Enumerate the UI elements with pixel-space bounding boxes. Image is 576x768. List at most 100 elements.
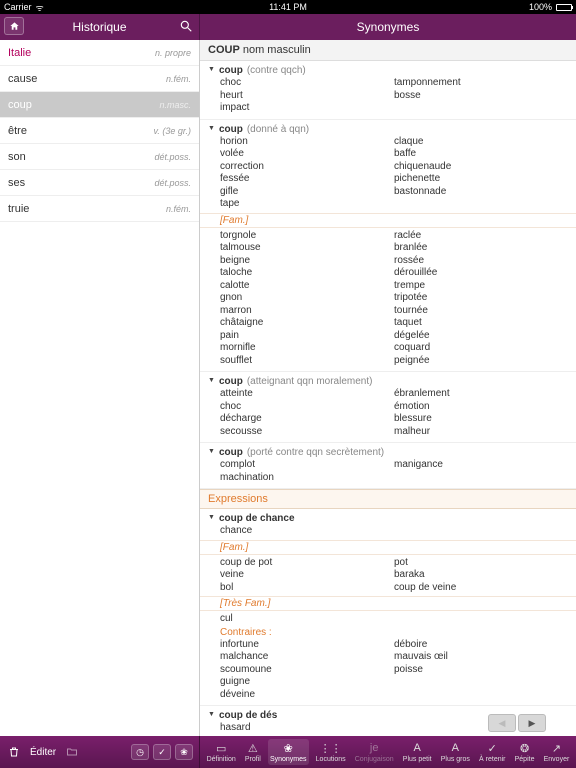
- toolbar-conjugaison-button[interactable]: jeConjugaison: [353, 739, 396, 765]
- synonym-word[interactable]: coup de pot: [220, 557, 394, 570]
- synonym-word[interactable]: impact: [220, 102, 394, 115]
- synonym-word[interactable]: tape: [220, 198, 394, 211]
- synonym-word[interactable]: beigne: [220, 255, 394, 268]
- history-item[interactable]: êtrev. (3e gr.): [0, 118, 199, 144]
- home-button[interactable]: [4, 17, 24, 35]
- synonym-word[interactable]: torgnole: [220, 230, 394, 243]
- synonym-word[interactable]: machination: [220, 472, 394, 485]
- sense-header[interactable]: ▼coup (porté contre qqn secrètement): [200, 446, 576, 459]
- synonym-word[interactable]: coup de veine: [394, 582, 568, 595]
- synonym-word[interactable]: coquard: [394, 342, 568, 355]
- synonym-word[interactable]: branlée: [394, 242, 568, 255]
- expression-header[interactable]: ▼coup de chance: [200, 512, 576, 525]
- synonym-word[interactable]: cul: [220, 613, 394, 626]
- main-content[interactable]: COUP nom masculin▼coup (contre qqch)choc…: [200, 40, 576, 736]
- toolbar-plus-gros-button[interactable]: APlus gros: [439, 739, 472, 765]
- synonym-word[interactable]: malchance: [220, 651, 394, 664]
- toolbar-plus-petit-button[interactable]: APlus petit: [401, 739, 434, 765]
- synonym-word[interactable]: mornifle: [220, 342, 394, 355]
- synonym-word[interactable]: hasard: [220, 722, 394, 735]
- synonym-word[interactable]: déboire: [394, 639, 568, 652]
- toolbar-profil-button[interactable]: ⚠Profil: [243, 739, 263, 765]
- history-check-button[interactable]: ✓: [153, 744, 171, 760]
- toolbar--retenir-button[interactable]: ✓À retenir: [477, 739, 507, 765]
- synonym-word[interactable]: chiquenaude: [394, 161, 568, 174]
- synonym-word[interactable]: blessure: [394, 413, 568, 426]
- synonym-word[interactable]: correction: [220, 161, 394, 174]
- synonym-word[interactable]: guigne: [220, 676, 394, 689]
- synonym-word[interactable]: choc: [220, 401, 394, 414]
- synonym-word[interactable]: horion: [220, 136, 394, 149]
- synonym-word[interactable]: tournée: [394, 305, 568, 318]
- synonym-word[interactable]: tamponnement: [394, 77, 568, 90]
- history-item[interactable]: sondét.poss.: [0, 144, 199, 170]
- synonym-word[interactable]: ébranlement: [394, 388, 568, 401]
- synonym-word[interactable]: gifle: [220, 186, 394, 199]
- synonym-word[interactable]: trempe: [394, 280, 568, 293]
- history-item[interactable]: sesdét.poss.: [0, 170, 199, 196]
- synonym-word[interactable]: fessée: [220, 173, 394, 186]
- synonym-word[interactable]: tripotée: [394, 292, 568, 305]
- synonym-word[interactable]: baffe: [394, 148, 568, 161]
- synonym-word[interactable]: talmouse: [220, 242, 394, 255]
- sense-header[interactable]: ▼coup (contre qqch): [200, 64, 576, 77]
- folder-icon[interactable]: [64, 744, 80, 760]
- toolbar-envoyer-button[interactable]: ↗Envoyer: [542, 739, 572, 765]
- synonym-word[interactable]: bosse: [394, 90, 568, 103]
- history-item[interactable]: Italien. propre: [0, 40, 199, 66]
- synonym-word[interactable]: poisse: [394, 664, 568, 677]
- search-button[interactable]: [179, 19, 193, 33]
- sense-header[interactable]: ▼coup (donné à qqn): [200, 123, 576, 136]
- synonym-word[interactable]: veine: [220, 569, 394, 582]
- toolbar-d-finition-button[interactable]: ▭Définition: [205, 739, 238, 765]
- synonym-word[interactable]: gnon: [220, 292, 394, 305]
- history-item[interactable]: truien.fém.: [0, 196, 199, 222]
- edit-button[interactable]: Éditer: [30, 747, 56, 758]
- synonym-word[interactable]: raclée: [394, 230, 568, 243]
- synonym-word[interactable]: volée: [220, 148, 394, 161]
- triangle-icon: ▼: [208, 377, 215, 384]
- toolbar-p-pite-button[interactable]: ❂Pépite: [513, 739, 537, 765]
- synonym-word[interactable]: rossée: [394, 255, 568, 268]
- synonym-word[interactable]: pichenette: [394, 173, 568, 186]
- history-clock-button[interactable]: ◷: [131, 744, 149, 760]
- pager-next-button[interactable]: ▶: [518, 714, 546, 732]
- synonym-word[interactable]: peignée: [394, 355, 568, 368]
- toolbar-synonymes-button[interactable]: ❀Synonymes: [268, 739, 309, 765]
- synonym-word[interactable]: dégelée: [394, 330, 568, 343]
- history-star-button[interactable]: ❀: [175, 744, 193, 760]
- synonym-word[interactable]: malheur: [394, 426, 568, 439]
- synonym-word[interactable]: chance: [220, 525, 394, 538]
- synonym-word[interactable]: heurt: [220, 90, 394, 103]
- history-item[interactable]: causen.fém.: [0, 66, 199, 92]
- synonym-word[interactable]: pot: [394, 557, 568, 570]
- synonym-word[interactable]: décharge: [220, 413, 394, 426]
- synonym-word[interactable]: infortune: [220, 639, 394, 652]
- synonym-word[interactable]: secousse: [220, 426, 394, 439]
- synonym-word[interactable]: choc: [220, 77, 394, 90]
- synonym-word[interactable]: complot: [220, 459, 394, 472]
- synonym-word[interactable]: taquet: [394, 317, 568, 330]
- synonym-word[interactable]: châtaigne: [220, 317, 394, 330]
- synonym-word[interactable]: manigance: [394, 459, 568, 472]
- synonym-word[interactable]: marron: [220, 305, 394, 318]
- synonym-word[interactable]: mauvais œil: [394, 651, 568, 664]
- synonym-word[interactable]: émotion: [394, 401, 568, 414]
- synonym-word[interactable]: calotte: [220, 280, 394, 293]
- synonym-word[interactable]: déveine: [220, 689, 394, 702]
- synonym-word[interactable]: atteinte: [220, 388, 394, 401]
- trash-icon[interactable]: [6, 744, 22, 760]
- history-item[interactable]: coupn.masc.: [0, 92, 199, 118]
- synonym-word[interactable]: taloche: [220, 267, 394, 280]
- synonym-word[interactable]: dérouillée: [394, 267, 568, 280]
- synonym-word[interactable]: pain: [220, 330, 394, 343]
- synonym-word[interactable]: scoumoune: [220, 664, 394, 677]
- synonym-word[interactable]: bol: [220, 582, 394, 595]
- sense-header[interactable]: ▼coup (atteignant qqn moralement): [200, 375, 576, 388]
- pager-prev-button[interactable]: ◀: [488, 714, 516, 732]
- synonym-word[interactable]: bastonnade: [394, 186, 568, 199]
- synonym-word[interactable]: soufflet: [220, 355, 394, 368]
- synonym-word[interactable]: claque: [394, 136, 568, 149]
- synonym-word[interactable]: baraka: [394, 569, 568, 582]
- toolbar-locutions-button[interactable]: ⋮⋮Locutions: [314, 739, 348, 765]
